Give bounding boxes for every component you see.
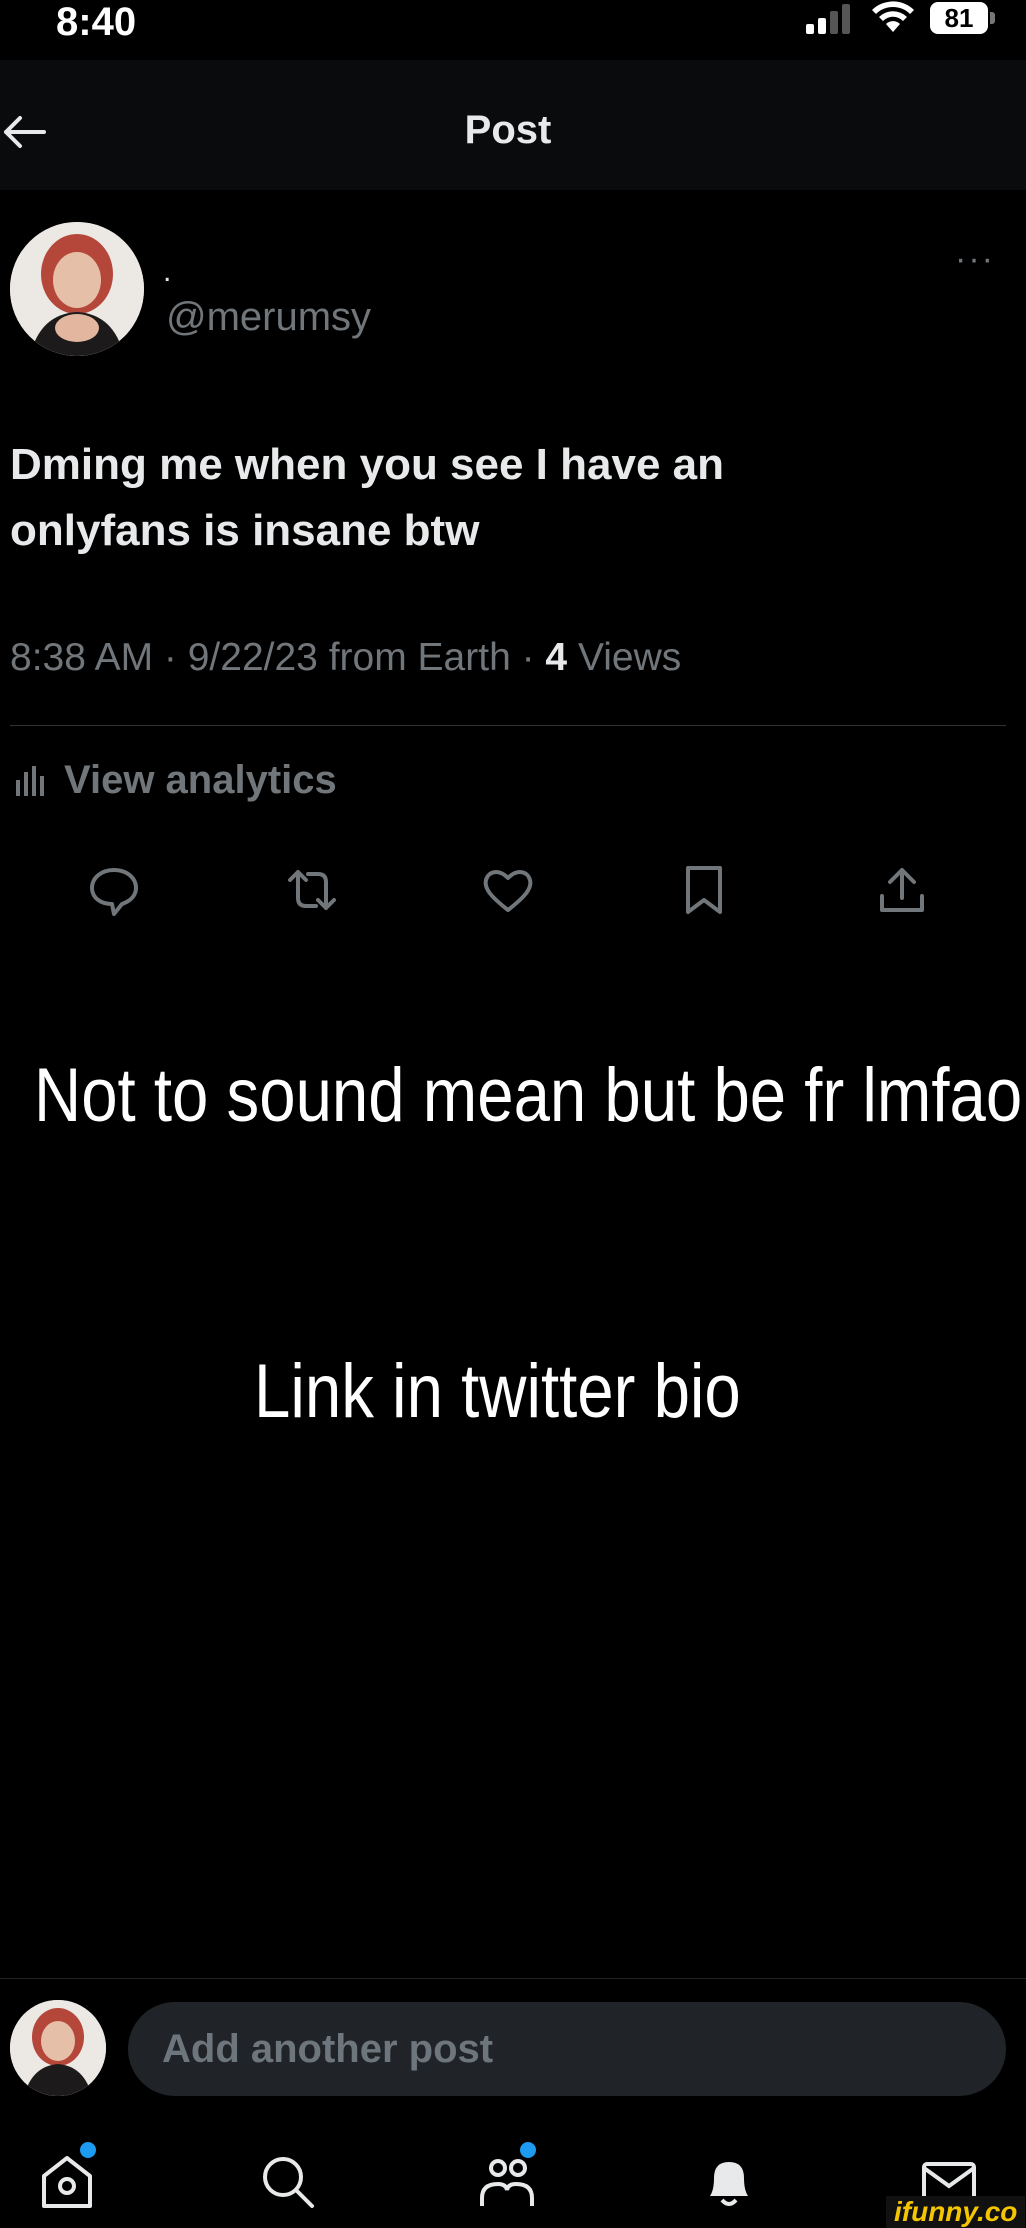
views-label: Views bbox=[567, 636, 682, 679]
meme-caption: Link in twitter bio bbox=[254, 1349, 741, 1434]
status-time: 8:40 bbox=[56, 0, 137, 44]
post-text: Dming me when you see I have an onlyfans… bbox=[10, 432, 1010, 564]
post-metadata: 8:38 AM · 9/22/23 from Earth · 4 Views bbox=[10, 636, 681, 680]
divider bbox=[0, 1978, 1026, 1979]
bookmark-icon[interactable] bbox=[676, 862, 732, 918]
battery-icon: 81 bbox=[930, 2, 1000, 36]
page-title: Post bbox=[464, 108, 552, 152]
notification-dot bbox=[80, 2142, 96, 2158]
repost-icon[interactable] bbox=[284, 862, 340, 918]
views-count: 4 bbox=[545, 636, 568, 679]
like-icon[interactable] bbox=[480, 862, 536, 918]
post-text-line: onlyfans is insane btw bbox=[10, 506, 480, 555]
author-handle[interactable]: @merumsy bbox=[166, 295, 371, 340]
view-analytics-link[interactable]: View analytics bbox=[64, 758, 337, 803]
watermark-logo: ifunny.co bbox=[886, 2196, 1026, 2228]
home-icon[interactable] bbox=[36, 2150, 98, 2212]
search-icon[interactable] bbox=[256, 2150, 318, 2212]
display-name[interactable]: . bbox=[163, 255, 171, 289]
battery-level: 81 bbox=[930, 2, 988, 34]
divider bbox=[10, 725, 1006, 726]
post-timestamp: 8:38 AM · 9/22/23 from Earth · bbox=[10, 636, 546, 679]
post-text-line: Dming me when you see I have an bbox=[10, 440, 724, 489]
notification-dot bbox=[520, 2142, 536, 2158]
wifi-icon bbox=[872, 1, 914, 32]
more-options-icon[interactable]: ··· bbox=[955, 240, 995, 279]
author-avatar[interactable] bbox=[10, 222, 144, 356]
meme-caption: Not to sound mean but be fr lmfao bbox=[34, 1053, 1023, 1138]
reply-icon[interactable] bbox=[86, 862, 142, 918]
notifications-icon[interactable] bbox=[698, 2150, 760, 2212]
analytics-icon bbox=[16, 766, 44, 796]
user-avatar[interactable] bbox=[10, 2000, 106, 2096]
reply-input[interactable] bbox=[128, 2002, 1006, 2096]
share-icon[interactable] bbox=[874, 862, 930, 918]
communities-icon[interactable] bbox=[476, 2150, 538, 2212]
cellular-signal-icon bbox=[806, 4, 850, 34]
